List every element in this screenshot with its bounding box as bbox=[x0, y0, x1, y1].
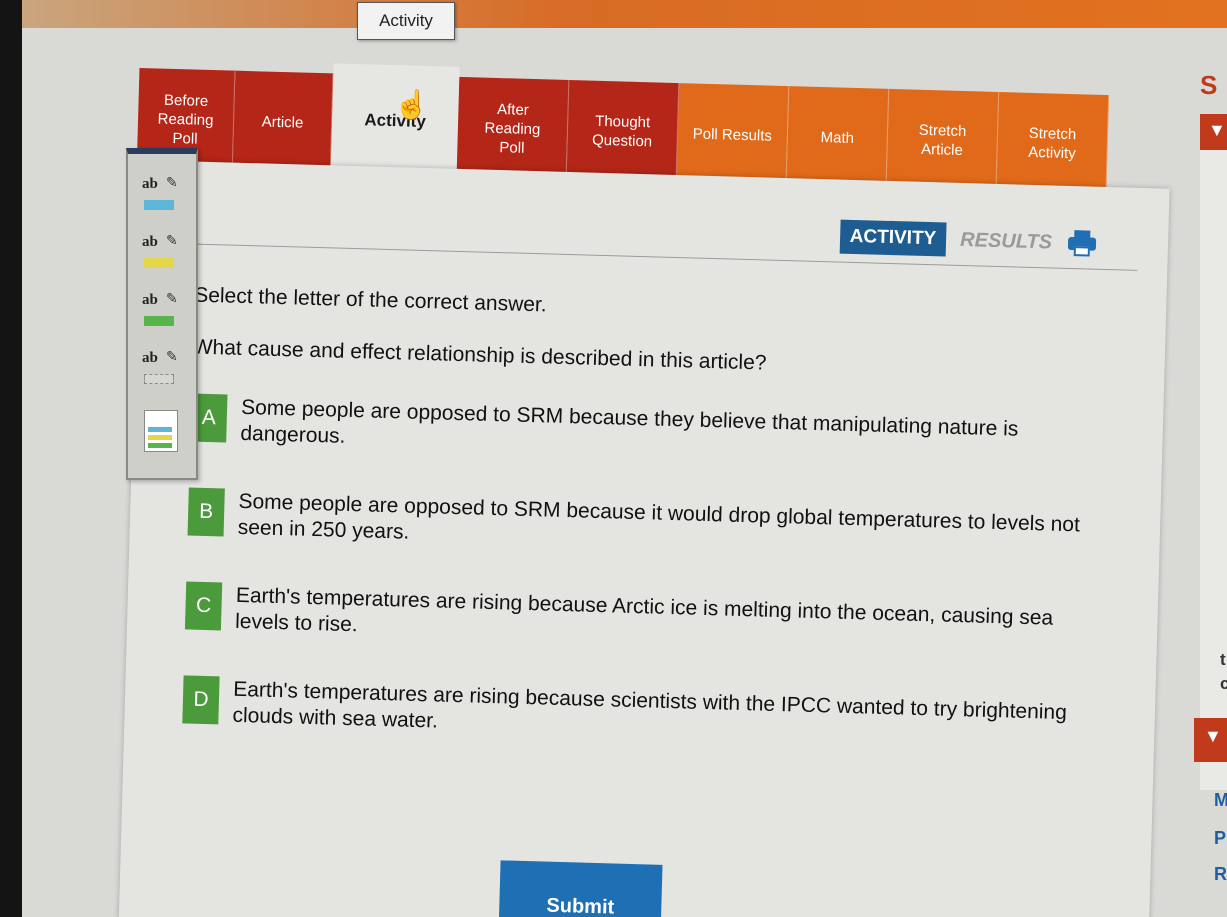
top-header-bar bbox=[22, 0, 1227, 28]
sidebar-panel: ▼ t c bbox=[1200, 114, 1227, 790]
answer-option-d[interactable]: D Earth's temperatures are rising becaus… bbox=[182, 675, 1083, 752]
hand-cursor-icon: ☝ bbox=[394, 89, 429, 120]
pencil-icon: ✎ bbox=[166, 174, 178, 190]
option-text: Earth's temperatures are rising because … bbox=[234, 583, 1054, 637]
activity-panel: ACTIVITY RESULTS Select the letter of th… bbox=[118, 160, 1170, 917]
notes-document-icon[interactable] bbox=[144, 410, 178, 452]
tab-label: Article bbox=[261, 112, 304, 132]
tool-label: ab bbox=[142, 176, 158, 192]
tab-math[interactable]: Math bbox=[786, 86, 890, 189]
tab-label: After Reading Poll bbox=[484, 100, 541, 157]
pencil-icon: ✎ bbox=[166, 290, 178, 306]
sidebar-link[interactable]: P bbox=[1214, 828, 1226, 849]
results-mode-button[interactable]: RESULTS bbox=[960, 228, 1052, 254]
pencil-icon: ✎ bbox=[166, 232, 178, 248]
activity-tooltip: Activity bbox=[357, 2, 455, 40]
highlight-blue-tool[interactable]: ab ✎ bbox=[140, 174, 180, 220]
answer-option-b[interactable]: B Some people are opposed to SRM because… bbox=[187, 487, 1088, 564]
collapse-arrow-icon[interactable]: ▼ bbox=[1208, 120, 1226, 141]
sidebar-link[interactable]: M bbox=[1214, 790, 1227, 811]
answer-option-a[interactable]: A Some people are opposed to SRM because… bbox=[190, 393, 1091, 471]
tab-stretch-article[interactable]: Stretch Article bbox=[886, 88, 1000, 192]
highlight-green-tool[interactable]: ab ✎ bbox=[140, 290, 180, 336]
tab-after-reading-poll[interactable]: After Reading Poll bbox=[456, 76, 570, 180]
sidebar-title: S bbox=[1200, 70, 1218, 100]
view-mode-switch: ACTIVITY RESULTS bbox=[839, 219, 1099, 261]
tab-label: Stretch Activity bbox=[1027, 124, 1077, 163]
sidebar-text-fragment: t bbox=[1220, 650, 1226, 669]
tab-label: Math bbox=[820, 128, 855, 147]
printer-icon[interactable] bbox=[1066, 229, 1099, 258]
tab-label: Thought Question bbox=[591, 112, 653, 151]
tab-poll-results[interactable]: Poll Results bbox=[676, 83, 790, 187]
sidebar-section-header[interactable]: ▼ bbox=[1194, 718, 1227, 762]
option-text: Some people are opposed to SRM because i… bbox=[237, 489, 1081, 544]
tab-article[interactable]: Article bbox=[232, 70, 334, 174]
pencil-icon: ✎ bbox=[166, 348, 178, 364]
swatch-green bbox=[144, 316, 174, 326]
question-text: What cause and effect relationship is de… bbox=[192, 335, 767, 375]
right-sidebar: S ▼ t c ▼ M P R bbox=[1184, 60, 1227, 917]
answer-option-c[interactable]: C Earth's temperatures are rising becaus… bbox=[184, 581, 1086, 658]
submit-button[interactable]: Submit bbox=[498, 860, 663, 917]
screen: Activity Before Reading Poll Article Act… bbox=[22, 0, 1227, 917]
sidebar-text-fragment: c bbox=[1220, 674, 1227, 693]
swatch-blue bbox=[144, 200, 174, 210]
highlight-clear-tool[interactable]: ab ✎ bbox=[140, 348, 180, 394]
tool-label: ab bbox=[142, 234, 158, 250]
tab-label: Stretch Article bbox=[918, 121, 967, 160]
swatch-yellow bbox=[144, 258, 174, 268]
option-text: Earth's temperatures are rising because … bbox=[232, 677, 1068, 733]
sidebar-link[interactable]: R bbox=[1214, 864, 1227, 885]
collapse-arrow-icon: ▼ bbox=[1204, 726, 1222, 746]
instruction-text: Select the letter of the correct answer. bbox=[193, 283, 547, 317]
swatch-clear bbox=[144, 374, 174, 384]
highlighter-toolbar: ab ✎ ab ✎ ab ✎ ab ✎ bbox=[126, 148, 198, 480]
option-letter: B bbox=[187, 487, 225, 537]
tab-label: Before Reading Poll bbox=[157, 91, 214, 148]
tab-thought-question[interactable]: Thought Question bbox=[566, 79, 680, 184]
tool-label: ab bbox=[142, 350, 158, 366]
option-letter: C bbox=[184, 581, 223, 631]
tab-label: Poll Results bbox=[692, 124, 773, 145]
option-text: Some people are opposed to SRM because t… bbox=[240, 395, 1019, 448]
tool-label: ab bbox=[142, 292, 158, 308]
highlight-yellow-tool[interactable]: ab ✎ bbox=[140, 232, 180, 278]
activity-mode-button[interactable]: ACTIVITY bbox=[839, 219, 947, 257]
tab-stretch-activity[interactable]: Stretch Activity bbox=[996, 92, 1110, 196]
option-letter: D bbox=[182, 675, 220, 725]
